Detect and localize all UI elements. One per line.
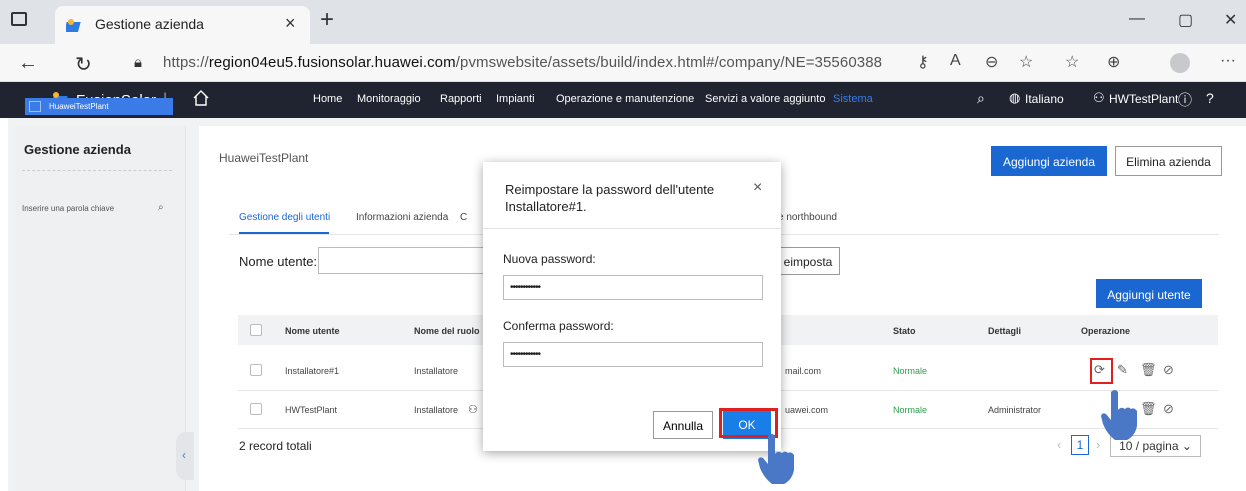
edit-icon[interactable]: ✎ <box>1117 362 1128 378</box>
new-password-field[interactable]: •••••••••••• <box>503 275 763 300</box>
column-header-username: Nome utente <box>285 326 340 336</box>
row-2-email: uawei.com <box>785 405 829 415</box>
close-icon[interactable]: × <box>753 179 762 197</box>
row-2-role: Installatore <box>414 405 459 415</box>
sidebar: Gestione azienda Inserire una parola chi… <box>14 126 186 491</box>
disable-icon[interactable]: ⊘ <box>1163 362 1174 378</box>
profile-avatar[interactable] <box>1170 53 1190 73</box>
row-checkbox[interactable] <box>250 364 262 376</box>
reset-password-icon[interactable]: ⟳ <box>1094 362 1105 378</box>
row-2-username: HWTestPlant <box>285 405 338 415</box>
minimize-button[interactable]: — <box>1129 10 1145 28</box>
close-window-button[interactable]: ✕ <box>1224 10 1237 30</box>
row-1-status: Normale <box>893 366 928 376</box>
tab-actions-icon[interactable] <box>11 12 27 26</box>
delete-company-button[interactable]: Elimina azienda <box>1115 146 1222 176</box>
sidebar-item-label: HuaweiTestPlant <box>49 102 109 111</box>
info-icon[interactable]: ⓘ <box>1178 90 1192 110</box>
tab-title: Gestione azienda <box>95 16 204 32</box>
row-1-email: mail.com <box>785 366 822 376</box>
row-2-status: Normale <box>893 405 928 415</box>
new-tab-button[interactable]: + <box>320 6 334 34</box>
total-records: 2 record totali <box>239 439 312 453</box>
address-bar: ← ↻ 🔒︎ https://region04eu5.fusionsolar.h… <box>0 44 1246 82</box>
sidebar-search-input[interactable]: Inserire una parola chiave ⌕ <box>22 202 172 213</box>
refresh-icon[interactable]: ↻ <box>75 52 92 77</box>
lock-icon[interactable]: 🔒︎ <box>134 54 142 71</box>
confirm-password-field[interactable]: •••••••••••• <box>503 342 763 367</box>
fusionsolar-favicon-icon <box>66 19 81 32</box>
sidebar-divider <box>22 170 172 171</box>
collections-icon[interactable]: ⊕ <box>1107 52 1120 72</box>
breadcrumb: HuaweiTestPlant <box>219 151 309 165</box>
browser-tab-bar: Gestione azienda × + — ▢ ✕ <box>0 0 1246 44</box>
username-label: Nome utente: <box>239 254 318 269</box>
confirm-password-label: Conferma password: <box>503 319 614 333</box>
building-icon <box>29 101 41 112</box>
new-password-label: Nuova password: <box>503 252 596 266</box>
back-icon[interactable]: ← <box>18 52 38 75</box>
menu-sistema[interactable]: Sistema <box>833 93 873 105</box>
search-icon[interactable]: ⌕ <box>977 90 985 107</box>
page-number-current[interactable]: 1 <box>1071 435 1089 455</box>
tab-user-management[interactable]: Gestione degli utenti <box>239 212 330 223</box>
menu-monitoraggio[interactable]: Monitoraggio <box>357 93 421 105</box>
pointer-hand-icon <box>1101 390 1137 440</box>
row-checkbox[interactable] <box>250 403 262 415</box>
menu-rapporti[interactable]: Rapporti <box>440 93 482 105</box>
row-1-role: Installatore <box>414 366 459 376</box>
column-header-details: Dettagli <box>988 326 1022 336</box>
tab-company-info[interactable]: Informazioni azienda <box>356 212 448 223</box>
browser-tab[interactable]: Gestione azienda × <box>55 6 310 44</box>
url-field[interactable]: https://region04eu5.fusionsolar.huawei.c… <box>163 54 882 71</box>
pointer-hand-icon <box>758 434 794 484</box>
more-icon[interactable]: ··· <box>1220 52 1236 70</box>
column-header-operation: Operazione <box>1081 326 1131 336</box>
tab-c[interactable]: C <box>460 212 467 223</box>
tab-close-icon[interactable]: × <box>285 13 296 34</box>
column-header-role: Nome del ruolo <box>414 326 480 336</box>
delete-icon[interactable]: 🗑︎ <box>1140 362 1157 378</box>
menu-impianti[interactable]: Impianti <box>496 93 535 105</box>
help-icon[interactable]: ? <box>1206 90 1214 106</box>
column-header-status: Stato <box>893 326 916 336</box>
search-placeholder: Inserire una parola chiave <box>22 204 115 213</box>
favorite-add-icon[interactable]: ☆ <box>1019 52 1033 72</box>
favorites-icon[interactable]: ☆ <box>1065 52 1079 72</box>
menu-home[interactable]: Home <box>313 93 342 105</box>
tab-northbound[interactable]: e northbound <box>778 212 837 223</box>
add-company-button[interactable]: Aggiungi azienda <box>991 146 1107 176</box>
add-user-button[interactable]: Aggiungi utente <box>1096 279 1202 308</box>
prev-page-icon[interactable]: ‹ <box>1057 437 1061 452</box>
menu-servizi[interactable]: Servizi a valore aggiunto <box>705 93 825 105</box>
row-2-details: Administrator <box>988 405 1042 415</box>
user-name[interactable]: HWTestPlant <box>1109 92 1178 106</box>
home-icon[interactable] <box>192 89 210 107</box>
key-icon[interactable]: ⚷ <box>917 52 929 72</box>
app-header: FusionSolar | Home Monitoraggio Rapporti… <box>0 82 1246 118</box>
collapse-sidebar-button[interactable]: ‹ <box>176 432 194 480</box>
role-info-icon[interactable]: ⚇ <box>468 403 478 416</box>
select-all-checkbox[interactable] <box>250 324 262 336</box>
username-input[interactable] <box>318 247 488 274</box>
sidebar-item-huaweitestplant[interactable]: HuaweiTestPlant <box>25 98 173 115</box>
read-aloud-icon[interactable]: A <box>950 52 961 70</box>
cancel-button[interactable]: Annulla <box>653 411 713 439</box>
sidebar-title: Gestione azienda <box>24 142 131 157</box>
menu-operazione[interactable]: Operazione e manutenzione <box>556 93 694 105</box>
maximize-button[interactable]: ▢ <box>1178 10 1193 30</box>
globe-icon[interactable]: ◍ <box>1009 90 1020 106</box>
zoom-icon[interactable]: ⊖ <box>985 52 998 72</box>
dialog-title: Reimpostare la password dell'utente Inst… <box>505 182 715 214</box>
search-icon[interactable]: ⌕ <box>158 202 164 213</box>
user-icon[interactable]: ⚇ <box>1093 90 1105 106</box>
reset-button[interactable]: eimposta <box>776 247 840 275</box>
dialog-divider <box>483 228 781 229</box>
disable-icon[interactable]: ⊘ <box>1163 401 1174 417</box>
language-selector[interactable]: Italiano <box>1025 92 1064 106</box>
row-1-username: Installatore#1 <box>285 366 340 376</box>
